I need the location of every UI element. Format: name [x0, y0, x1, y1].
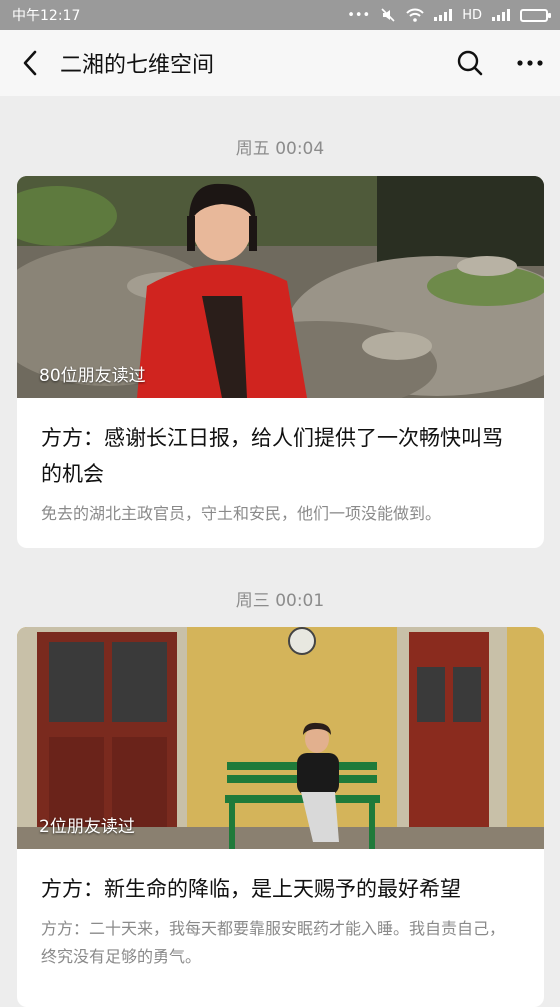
- read-count: 80位朋友读过: [39, 366, 146, 386]
- article-title[interactable]: 方方：感谢长江日报，给人们提供了一次畅快叫骂的机会: [41, 420, 520, 492]
- more-dots-icon: •••: [347, 7, 371, 23]
- status-icons: ••• HD: [347, 7, 551, 23]
- article-title[interactable]: 方方：新生命的降临，是上天赐予的最好希望: [41, 871, 520, 907]
- page-title: 二湘的七维空间: [60, 53, 215, 78]
- article-cover-image: 80位朋友读过: [17, 176, 544, 398]
- status-bar: 中午12:17 ••• HD: [0, 0, 560, 30]
- more-button[interactable]: [500, 30, 560, 96]
- article-time: 周五 00:04: [235, 139, 325, 159]
- article-time: 周三 00:01: [235, 591, 325, 611]
- signal-icon-2: [492, 9, 510, 21]
- article-card[interactable]: 2位朋友读过 方方：新生命的降临，是上天赐予的最好希望 方方：二十天来，我每天都…: [17, 627, 544, 1007]
- status-time: 中午12:17: [12, 8, 81, 24]
- mute-icon: [381, 8, 395, 22]
- nav-bar: 二湘的七维空间: [0, 30, 560, 96]
- article-digest: 免去的湖北主政官员，守土和安民，他们一项没能做到。: [41, 504, 442, 523]
- search-button[interactable]: [440, 30, 500, 96]
- back-button[interactable]: [0, 30, 60, 96]
- chevron-left-icon: [23, 50, 37, 76]
- wifi-icon: [406, 8, 424, 22]
- article-card[interactable]: 80位朋友读过 方方：感谢长江日报，给人们提供了一次畅快叫骂的机会 免去的湖北主…: [17, 176, 544, 548]
- more-icon: [517, 60, 543, 66]
- article-digest: 方方：二十天来，我每天都要靠服安眠药才能入睡。我自责自己，终究没有足够的勇气。: [41, 919, 506, 966]
- network-type: HD: [462, 7, 482, 23]
- search-icon: [457, 50, 483, 76]
- article-cover-image: 2位朋友读过: [17, 627, 544, 849]
- read-count: 2位朋友读过: [39, 817, 135, 837]
- battery-icon: [520, 8, 551, 22]
- signal-icon: [434, 9, 453, 21]
